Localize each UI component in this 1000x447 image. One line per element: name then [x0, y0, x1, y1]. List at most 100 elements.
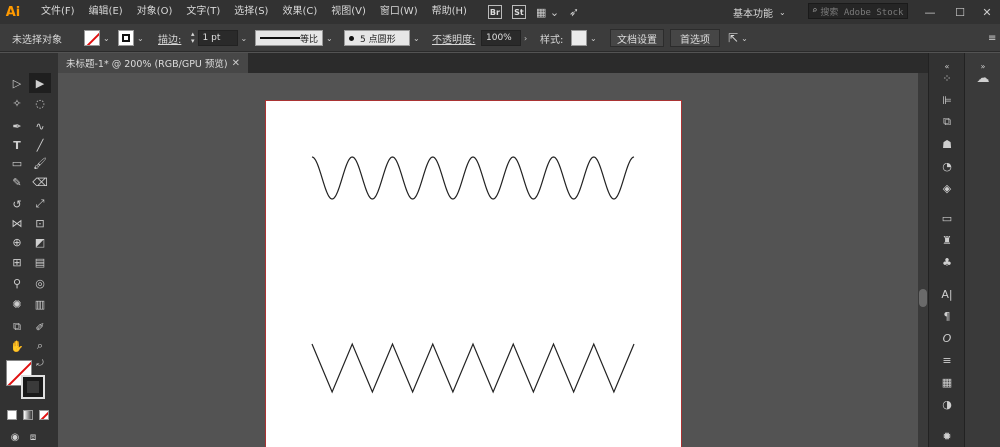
shaper-tool-icon[interactable]: ✎: [6, 172, 28, 192]
scale-tool-icon[interactable]: ⤢: [29, 194, 51, 214]
libraries-panel-icon[interactable]: ▭: [937, 209, 957, 227]
brush-definition[interactable]: 5 点圆形 ⌄: [344, 28, 420, 48]
gpu-performance-icon[interactable]: ➶: [569, 5, 579, 19]
stepper-icon[interactable]: ▴ ▾: [191, 31, 195, 45]
close-button[interactable]: ✕: [972, 0, 1000, 24]
character-panel-icon[interactable]: A|: [937, 285, 957, 303]
menu-select[interactable]: 选择(S): [227, 0, 275, 24]
variable-width-profile[interactable]: 等比 ⌄: [255, 28, 333, 48]
brushes-panel-icon[interactable]: ♜: [937, 231, 957, 249]
menu-type[interactable]: 文字(T): [179, 0, 227, 24]
graphic-style-control[interactable]: ⌄: [571, 28, 597, 48]
rectangle-tool-icon[interactable]: ▭: [6, 153, 28, 173]
chevron-down-icon: ⌄: [413, 33, 420, 43]
creative-cloud-libraries-icon[interactable]: ☁: [973, 69, 993, 87]
eraser-tool-icon[interactable]: ⌫: [29, 172, 51, 192]
opacity-label[interactable]: 不透明度:: [432, 28, 475, 48]
color-mode-icon[interactable]: [7, 410, 17, 420]
opacity-control[interactable]: 100% ›: [481, 28, 527, 48]
fill-swatch-control[interactable]: ⌄: [84, 28, 110, 48]
zigzag-path[interactable]: [311, 342, 635, 394]
vertical-scrollbar[interactable]: [918, 73, 928, 447]
arrange-icon[interactable]: ⇱ ⌄: [728, 28, 748, 48]
sine-wave-path[interactable]: [311, 156, 635, 200]
chevron-down-icon[interactable]: ⌄: [241, 34, 248, 43]
symbols-panel-icon[interactable]: ♣: [937, 253, 957, 271]
slice-tool-icon[interactable]: ✐: [29, 317, 51, 337]
arrange-documents-icon[interactable]: ▦ ⌄: [536, 6, 559, 19]
gradient-panel-icon[interactable]: ▦: [937, 373, 957, 391]
line-tool-icon[interactable]: ╱: [29, 135, 51, 155]
menu-window[interactable]: 窗口(W): [373, 0, 425, 24]
artboard[interactable]: [265, 100, 682, 447]
maximize-button[interactable]: ☐: [945, 0, 975, 24]
type-tool-icon[interactable]: T: [6, 135, 28, 155]
document-tab[interactable]: 未标题-1* @ 200% (RGB/GPU 预览) ✕: [58, 53, 248, 73]
canvas-area[interactable]: [58, 73, 918, 447]
stroke-panel-icon[interactable]: ≡: [937, 351, 957, 369]
stock-search-input[interactable]: ⌕ 搜索 Adobe Stock: [808, 3, 908, 19]
stroke-weight-input[interactable]: 1 pt: [197, 30, 238, 46]
pen-tool-icon[interactable]: ✒: [6, 116, 28, 136]
gradient-mode-icon[interactable]: [23, 410, 33, 420]
menu-view[interactable]: 视图(V): [324, 0, 373, 24]
color-panel-icon[interactable]: ◔: [937, 157, 957, 175]
opacity-input[interactable]: 100%: [481, 30, 521, 46]
menu-effect[interactable]: 效果(C): [275, 0, 324, 24]
direct-selection-tool-icon[interactable]: ▶: [29, 73, 51, 93]
transform-panel-icon[interactable]: ⧉: [937, 113, 957, 131]
mesh-tool-icon[interactable]: ⊞: [6, 252, 28, 272]
zoom-tool-icon[interactable]: ⌕: [29, 336, 51, 356]
chevron-right-icon[interactable]: ›: [524, 34, 527, 43]
blend-tool-icon[interactable]: ◎: [29, 273, 51, 293]
free-transform-tool-icon[interactable]: ⊡: [29, 213, 51, 233]
shape-builder-tool-icon[interactable]: ⊕: [6, 232, 28, 252]
lasso-tool-icon[interactable]: ◌: [29, 93, 51, 113]
gradient-tool-icon[interactable]: ▤: [29, 252, 51, 272]
eyedropper-tool-icon[interactable]: ⚲: [6, 273, 28, 293]
chevron-down-icon: ⌄: [779, 7, 786, 17]
stroke-swatch[interactable]: [118, 30, 134, 46]
rotate-tool-icon[interactable]: ↺: [6, 194, 28, 214]
screen-mode-icon[interactable]: ⧈: [22, 427, 44, 447]
paragraph-panel-icon[interactable]: ¶: [937, 307, 957, 325]
stock-button[interactable]: St: [511, 5, 526, 19]
minimize-button[interactable]: —: [915, 0, 945, 24]
artboards-panel-icon[interactable]: ⁘: [937, 69, 957, 87]
symbol-sprayer-tool-icon[interactable]: ✺: [6, 294, 28, 314]
stroke-swatch-control[interactable]: ⌄: [118, 28, 144, 48]
perspective-grid-tool-icon[interactable]: ◩: [29, 232, 51, 252]
stroke-weight-control[interactable]: ▴ ▾ 1 pt ⌄: [191, 28, 247, 48]
hand-tool-icon[interactable]: ✋: [6, 336, 28, 356]
panel-menu-icon[interactable]: ≡: [988, 28, 996, 48]
selection-tool-icon[interactable]: ▷: [6, 73, 28, 93]
scrollbar-thumb[interactable]: [919, 289, 927, 307]
workspace-switcher[interactable]: 基本功能 ⌄: [733, 4, 786, 20]
swap-fill-stroke-icon[interactable]: ⤾: [34, 358, 46, 370]
stroke-label[interactable]: 描边:: [158, 28, 181, 48]
appearance-panel-icon[interactable]: ◈: [937, 179, 957, 197]
width-tool-icon[interactable]: ⋈: [6, 213, 28, 233]
opentype-panel-icon[interactable]: O: [937, 329, 957, 347]
preferences-button[interactable]: 首选项: [670, 29, 720, 47]
column-graph-tool-icon[interactable]: ▥: [29, 294, 51, 314]
document-setup-button[interactable]: 文档设置: [610, 29, 664, 47]
color-guide-panel-icon[interactable]: ☗: [937, 135, 957, 153]
menu-file[interactable]: 文件(F): [34, 0, 82, 24]
bridge-button[interactable]: Br: [487, 5, 502, 19]
magic-wand-tool-icon[interactable]: ✧: [6, 93, 28, 113]
transparency-panel-icon[interactable]: ◑: [937, 395, 957, 413]
fill-none-swatch[interactable]: [84, 30, 100, 46]
curvature-tool-icon[interactable]: ∿: [29, 116, 51, 136]
stroke-color-swatch[interactable]: [21, 375, 45, 399]
menu-edit[interactable]: 编辑(E): [82, 0, 130, 24]
paintbrush-tool-icon[interactable]: 🖌: [29, 153, 51, 173]
menu-object[interactable]: 对象(O): [130, 0, 180, 24]
layers-panel-icon[interactable]: ✹: [937, 427, 957, 445]
menu-help[interactable]: 帮助(H): [425, 0, 474, 24]
artboard-tool-icon[interactable]: ⧉: [6, 317, 28, 337]
none-mode-icon[interactable]: [39, 410, 49, 420]
close-tab-icon[interactable]: ✕: [232, 58, 240, 69]
align-panel-icon[interactable]: ⊫: [937, 91, 957, 109]
graphic-style-swatch[interactable]: [571, 30, 587, 46]
